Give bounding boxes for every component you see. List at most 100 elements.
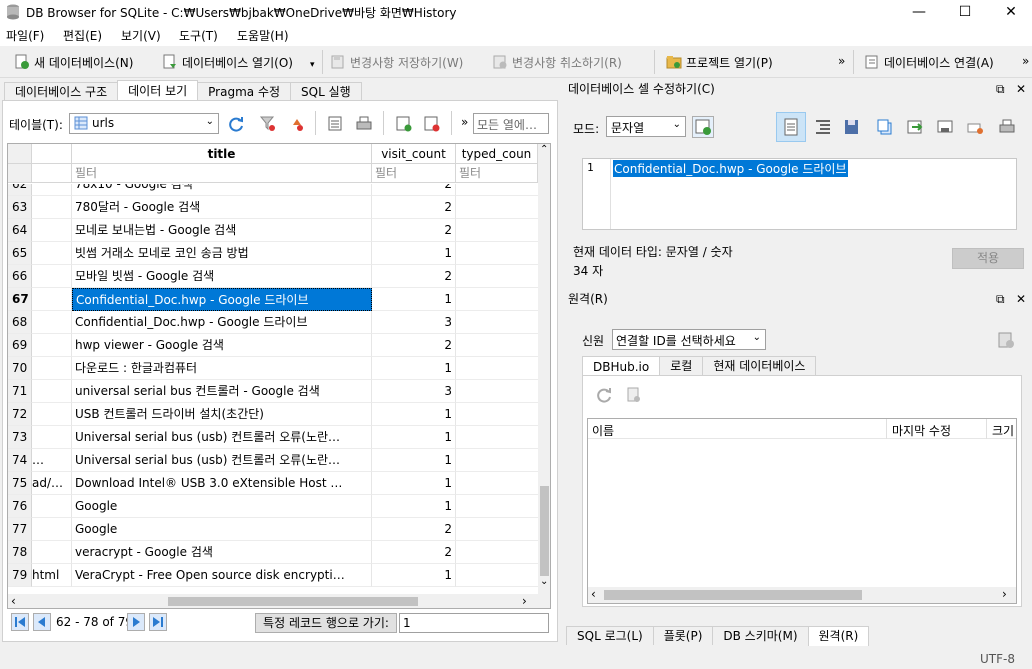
- open-project-button[interactable]: 프로젝트 열기(P): [666, 51, 773, 73]
- row-number[interactable]: 68: [8, 311, 32, 334]
- cell-typed-count[interactable]: [456, 196, 538, 219]
- scroll-left-icon[interactable]: ‹: [11, 594, 16, 608]
- table-row[interactable]: 77 Google 2: [8, 518, 538, 541]
- scroll-left-icon[interactable]: ‹: [591, 587, 596, 601]
- cell-typed-count[interactable]: [456, 311, 538, 334]
- table-row[interactable]: 64 모네로 보내는법 - Google 검색 2: [8, 219, 538, 242]
- table-row[interactable]: 74… Universal serial bus (usb) 컨트롤러 오류(노란…: [8, 449, 538, 472]
- cell-typed-count[interactable]: [456, 449, 538, 472]
- cell-typed-count[interactable]: [456, 357, 538, 380]
- cell-visit-count[interactable]: 1: [372, 495, 456, 518]
- copy-cell-icon[interactable]: [876, 118, 894, 136]
- cell-url[interactable]: [32, 495, 72, 518]
- dock-close-icon[interactable]: ✕: [1016, 290, 1026, 308]
- tab-browse-data[interactable]: 데이터 보기: [117, 80, 199, 100]
- write-changes-button[interactable]: 변경사항 저장하기(W): [330, 51, 463, 73]
- cell-url[interactable]: [32, 265, 72, 288]
- table-select[interactable]: urls ⌄: [69, 113, 219, 134]
- table-row[interactable]: 66 모바일 빗썸 - Google 검색 2: [8, 265, 538, 288]
- table-row[interactable]: 62 78x10 - Google 검색 2: [8, 184, 538, 196]
- cell-url[interactable]: [32, 426, 72, 449]
- cell-typed-count[interactable]: [456, 426, 538, 449]
- cell-typed-count[interactable]: [456, 334, 538, 357]
- filter-all-input[interactable]: 모든 열에…: [473, 113, 549, 134]
- revert-changes-button[interactable]: 변경사항 취소하기(R): [492, 51, 622, 73]
- mode-select[interactable]: 문자열 ⌄: [606, 116, 686, 137]
- row-number[interactable]: 67: [8, 288, 32, 311]
- open-database-button[interactable]: 데이터베이스 열기(O): [162, 51, 293, 73]
- table-row[interactable]: 75 ad/… Download Intel® USB 3.0 eXtensible…: [8, 472, 538, 495]
- save-filter-icon[interactable]: [327, 115, 345, 133]
- cell-typed-count[interactable]: [456, 380, 538, 403]
- cell-typed-count[interactable]: [456, 541, 538, 564]
- cell-visit-count[interactable]: 2: [372, 265, 456, 288]
- cell-url[interactable]: [32, 196, 72, 219]
- cell-title[interactable]: 빗썸 거래소 모네로 코인 송금 방법: [72, 242, 372, 265]
- filter-typed-count[interactable]: 필터: [456, 164, 538, 183]
- row-number[interactable]: 76: [8, 495, 32, 518]
- dock-float-icon[interactable]: ⧉: [996, 80, 1005, 98]
- cell-url[interactable]: [32, 242, 72, 265]
- cell-visit-count[interactable]: 1: [372, 242, 456, 265]
- filter-visit-count[interactable]: 필터: [372, 164, 456, 183]
- print-cell-icon[interactable]: [998, 118, 1016, 136]
- toolbar-overflow-button[interactable]: »: [838, 54, 845, 68]
- cell-visit-count[interactable]: 2: [372, 541, 456, 564]
- minimize-button[interactable]: —: [896, 0, 942, 24]
- delete-record-icon[interactable]: [423, 115, 441, 133]
- grid-vertical-scrollbar[interactable]: ⌃ ⌄: [538, 144, 550, 594]
- tab-db-schema[interactable]: DB 스키마(M): [712, 626, 809, 645]
- tab-execute-sql[interactable]: SQL 실행: [290, 82, 362, 101]
- remote-list-horizontal-scrollbar[interactable]: ‹ ›: [588, 587, 1016, 603]
- refresh-icon[interactable]: [595, 386, 613, 404]
- cell-typed-count[interactable]: [456, 518, 538, 541]
- row-number[interactable]: 62: [8, 184, 32, 196]
- cell-title[interactable]: Universal serial bus (usb) 컨트롤러 오류(노란…: [72, 426, 372, 449]
- cell-visit-count[interactable]: 3: [372, 311, 456, 334]
- cell-title[interactable]: Download Intel® USB 3.0 eXtensible Host …: [72, 472, 372, 495]
- cell-visit-count[interactable]: 1: [372, 449, 456, 472]
- import-icon[interactable]: [906, 118, 924, 136]
- refresh-icon[interactable]: [227, 115, 245, 133]
- open-dropdown-arrow-icon[interactable]: ▾: [310, 60, 315, 70]
- next-record-button[interactable]: [127, 613, 145, 631]
- tab-remote[interactable]: 원격(R): [807, 626, 870, 646]
- cell-url[interactable]: [32, 380, 72, 403]
- row-number[interactable]: 71: [8, 380, 32, 403]
- close-window-button[interactable]: ✕: [988, 0, 1032, 24]
- cell-title[interactable]: Confidential_Doc.hwp - Google 드라이브: [72, 288, 372, 311]
- tab-sql-log[interactable]: SQL 로그(L): [566, 626, 654, 645]
- cell-visit-count[interactable]: 1: [372, 564, 456, 587]
- cell-title[interactable]: 모바일 빗썸 - Google 검색: [72, 265, 372, 288]
- dock-float-icon[interactable]: ⧉: [996, 290, 1005, 308]
- row-number[interactable]: 74: [8, 449, 32, 472]
- auto-switch-mode-button[interactable]: [692, 116, 714, 138]
- cell-title[interactable]: Confidential_Doc.hwp - Google 드라이브: [72, 311, 372, 334]
- row-number[interactable]: 70: [8, 357, 32, 380]
- column-header-size[interactable]: 크기: [992, 422, 1014, 439]
- cell-title[interactable]: 78x10 - Google 검색: [72, 184, 372, 196]
- table-row[interactable]: 67 Confidential_Doc.hwp - Google 드라이브 1: [8, 288, 538, 311]
- row-number[interactable]: 79: [8, 564, 32, 587]
- cell-title[interactable]: veracrypt - Google 검색: [72, 541, 372, 564]
- tab-current-database[interactable]: 현재 데이터베이스: [702, 356, 817, 375]
- row-number[interactable]: 73: [8, 426, 32, 449]
- table-row[interactable]: 70 다운로드 : 한글과컴퓨터 1: [8, 357, 538, 380]
- cell-title[interactable]: USB 컨트롤러 드라이버 설치(초간단): [72, 403, 372, 426]
- table-row[interactable]: 76 Google 1: [8, 495, 538, 518]
- scroll-right-icon[interactable]: ›: [1002, 587, 1007, 601]
- new-database-button[interactable]: 새 데이터베이스(N): [14, 51, 133, 73]
- filter-url[interactable]: [32, 164, 72, 183]
- cell-editor[interactable]: 1 Confidential_Doc.hwp - Google 드라이브: [582, 158, 1017, 230]
- menu-view[interactable]: 보기(V): [121, 27, 161, 44]
- cell-visit-count[interactable]: 1: [372, 403, 456, 426]
- cell-visit-count[interactable]: 2: [372, 518, 456, 541]
- cell-url[interactable]: [32, 184, 72, 196]
- cell-visit-count[interactable]: 1: [372, 426, 456, 449]
- row-number[interactable]: 63: [8, 196, 32, 219]
- column-header-last-modified[interactable]: 마지막 수정: [892, 422, 951, 439]
- clone-database-icon[interactable]: [625, 386, 643, 404]
- cell-url[interactable]: [32, 288, 72, 311]
- cell-visit-count[interactable]: 1: [372, 357, 456, 380]
- first-record-button[interactable]: [11, 613, 29, 631]
